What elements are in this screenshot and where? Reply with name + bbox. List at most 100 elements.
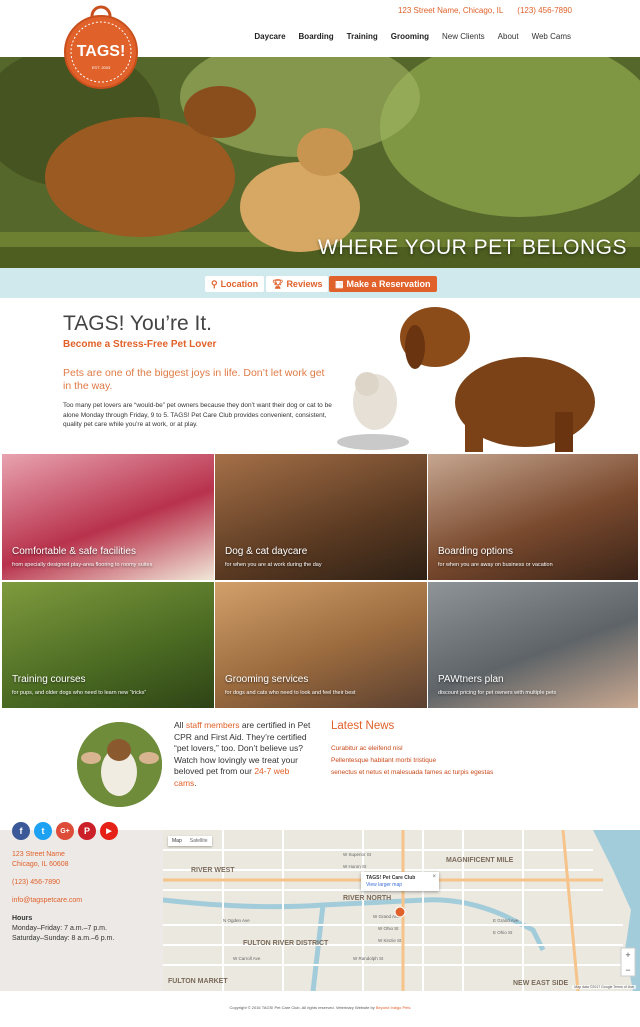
- map-street: E Ohio St: [493, 930, 513, 935]
- map-label-new-east-side: NEW EAST SIDE: [513, 980, 569, 987]
- tile-subtitle: from specially designed play-area floori…: [12, 562, 153, 568]
- map-street: W Randolph St: [353, 956, 384, 961]
- staff-dog-photo: [77, 722, 162, 807]
- intro-title: TAGS! You’re It.: [63, 312, 213, 335]
- map-info-popup: TAGS! Pet Care Club View larger map ×: [361, 872, 439, 891]
- hours-title: Hours: [12, 915, 33, 922]
- news-item[interactable]: Pellentesque habitant morbi tristique: [331, 755, 581, 767]
- map-label-river-north: RIVER NORTH: [343, 895, 391, 902]
- map-type-tabs: Map Satellite: [168, 836, 212, 846]
- news-item[interactable]: senectus et netus et malesuada fames ac …: [331, 767, 581, 779]
- header-phone[interactable]: (123) 456-7890: [517, 6, 572, 15]
- intro-body: Too many pet lovers are “would-be” pet o…: [63, 402, 332, 428]
- tile-grooming[interactable]: Grooming services for dogs and cats who …: [215, 582, 427, 708]
- tile-title: Boarding options: [438, 546, 514, 557]
- twitter-icon[interactable]: t: [34, 822, 52, 840]
- reservation-button[interactable]: ▦ Make a Reservation: [329, 276, 437, 292]
- intro-subtitle: Become a Stress-Free Pet Lover: [63, 339, 217, 350]
- calendar-icon: ▦: [335, 278, 344, 289]
- tile-daycare[interactable]: Dog & cat daycare for when you are at wo…: [215, 454, 427, 580]
- tile-subtitle: for when you are away on business or vac…: [438, 562, 553, 568]
- copyright-text: Copyright © 2016 TAGS! Pet Care Club. Al…: [229, 1005, 376, 1010]
- reviews-button[interactable]: 🏆︎ Reviews: [266, 276, 329, 292]
- svg-text:−: −: [625, 965, 630, 975]
- latest-news: Latest News Curabitur ac eleifend nisl P…: [331, 720, 581, 779]
- site-header: TAGS! EST. 2003 123 Street Name, Chicago…: [0, 0, 640, 89]
- close-icon[interactable]: ×: [432, 874, 436, 880]
- map-street: E Grand Ave: [493, 918, 519, 923]
- nav-training[interactable]: Training: [347, 32, 378, 41]
- location-label: Location: [220, 279, 259, 289]
- hero-tagline: WHERE YOUR PET BELONGS: [318, 236, 627, 259]
- news-title: Latest News: [331, 720, 395, 732]
- intro-lead: Pets are one of the biggest joys in life…: [63, 367, 325, 392]
- location-button[interactable]: ⚲ Location: [205, 276, 265, 292]
- nav-web-cams[interactable]: Web Cams: [532, 32, 571, 41]
- header-address[interactable]: 123 Street Name, Chicago, IL: [398, 6, 503, 15]
- tile-facilities[interactable]: Comfortable & safe facilities from speci…: [2, 454, 214, 580]
- tile-boarding[interactable]: Boarding options for when you are away o…: [428, 454, 638, 580]
- tile-title: PAWtners plan: [438, 674, 504, 685]
- map-street: W Kinzie St: [378, 938, 402, 943]
- nav-about[interactable]: About: [498, 32, 519, 41]
- map-street: W Ohio St: [378, 926, 399, 931]
- footer-street[interactable]: 123 Street Name: [12, 850, 114, 860]
- tags-logo[interactable]: TAGS! EST. 2003: [62, 4, 140, 92]
- tile-subtitle: discount pricing for pet owners with mul…: [438, 690, 557, 696]
- hours-weekend: Saturday–Sunday: 8 a.m.–6 p.m.: [12, 935, 115, 942]
- nav-new-clients[interactable]: New Clients: [442, 32, 485, 41]
- staff-blurb: All staff members are certified in Pet C…: [174, 720, 314, 789]
- map-tab-satellite[interactable]: Satellite: [186, 836, 212, 846]
- footer-phone[interactable]: (123) 456-7890: [12, 878, 114, 888]
- intro-section: TAGS! You’re It. Become a Stress-Free Pe…: [63, 312, 333, 430]
- popup-title: TAGS! Pet Care Club: [366, 875, 416, 881]
- tile-subtitle: for pups, and older dogs who need to lea…: [12, 690, 147, 696]
- staff-text-3: .: [194, 777, 197, 788]
- map-street: W Huron St: [343, 864, 367, 869]
- trophy-icon: 🏆︎: [272, 278, 284, 289]
- tile-subtitle: for when you are at work during the day: [225, 562, 322, 568]
- footer-email[interactable]: info@tagspetcare.com: [12, 896, 114, 906]
- staff-members-link[interactable]: staff members: [186, 720, 240, 730]
- logo-sub: EST. 2003: [92, 65, 111, 70]
- tile-title: Dog & cat daycare: [225, 546, 308, 557]
- map-tab-map[interactable]: Map: [168, 836, 186, 846]
- news-list: Curabitur ac eleifend nisl Pellentesque …: [331, 743, 581, 779]
- svg-text:+: +: [625, 950, 630, 960]
- map-label-magnificent-mile: MAGNIFICENT MILE: [446, 857, 514, 864]
- contact-bar: 123 Street Name, Chicago, IL (123) 456-7…: [386, 6, 572, 15]
- facebook-icon[interactable]: f: [12, 822, 30, 840]
- map-street: N Ogden Ave: [223, 918, 250, 923]
- google-map[interactable]: RIVER WEST RIVER NORTH MAGNIFICENT MILE …: [163, 830, 640, 991]
- reservation-label: Make a Reservation: [346, 279, 431, 289]
- map-footer-text: Map data ©2017 Google Terms of Use: [572, 985, 636, 989]
- footer-city[interactable]: Chicago, IL 60608: [12, 860, 114, 870]
- nav-boarding[interactable]: Boarding: [299, 32, 334, 41]
- reviews-label: Reviews: [286, 279, 323, 289]
- tile-title: Training courses: [12, 674, 86, 685]
- google-plus-icon[interactable]: G+: [56, 822, 74, 840]
- social-links: f t G+ P ▶: [12, 822, 118, 840]
- nav-grooming[interactable]: Grooming: [391, 32, 429, 41]
- tile-title: Comfortable & safe facilities: [12, 546, 136, 557]
- map-label-river-west: RIVER WEST: [191, 867, 235, 874]
- logo-text: TAGS!: [77, 43, 126, 60]
- tile-subtitle: for dogs and cats who need to look and f…: [225, 690, 356, 696]
- puppy-kitten-image: [337, 307, 595, 452]
- main-nav: Daycare Boarding Training Grooming New C…: [254, 32, 571, 41]
- tile-title: Grooming services: [225, 674, 309, 685]
- map-street: W Superior St: [343, 852, 372, 857]
- pinterest-icon[interactable]: P: [78, 822, 96, 840]
- tile-training[interactable]: Training courses for pups, and older dog…: [2, 582, 214, 708]
- popup-link[interactable]: View larger map: [366, 882, 434, 888]
- youtube-icon[interactable]: ▶: [100, 822, 118, 840]
- map-label-fulton-river: FULTON RIVER DISTRICT: [243, 940, 329, 947]
- credit-link[interactable]: Beyond Indigo Pets: [376, 1005, 411, 1010]
- footer-contact: 123 Street Name Chicago, IL 60608 (123) …: [12, 850, 114, 944]
- hours-weekday: Monday–Friday: 7 a.m.–7 p.m.: [12, 925, 107, 932]
- nav-daycare[interactable]: Daycare: [254, 32, 285, 41]
- tile-pawtners[interactable]: PAWtners plan discount pricing for pet o…: [428, 582, 638, 708]
- copyright: Copyright © 2016 TAGS! Pet Care Club. Al…: [0, 1005, 640, 1010]
- news-item[interactable]: Curabitur ac eleifend nisl: [331, 743, 581, 755]
- map-pin-icon: ⚲: [211, 278, 218, 289]
